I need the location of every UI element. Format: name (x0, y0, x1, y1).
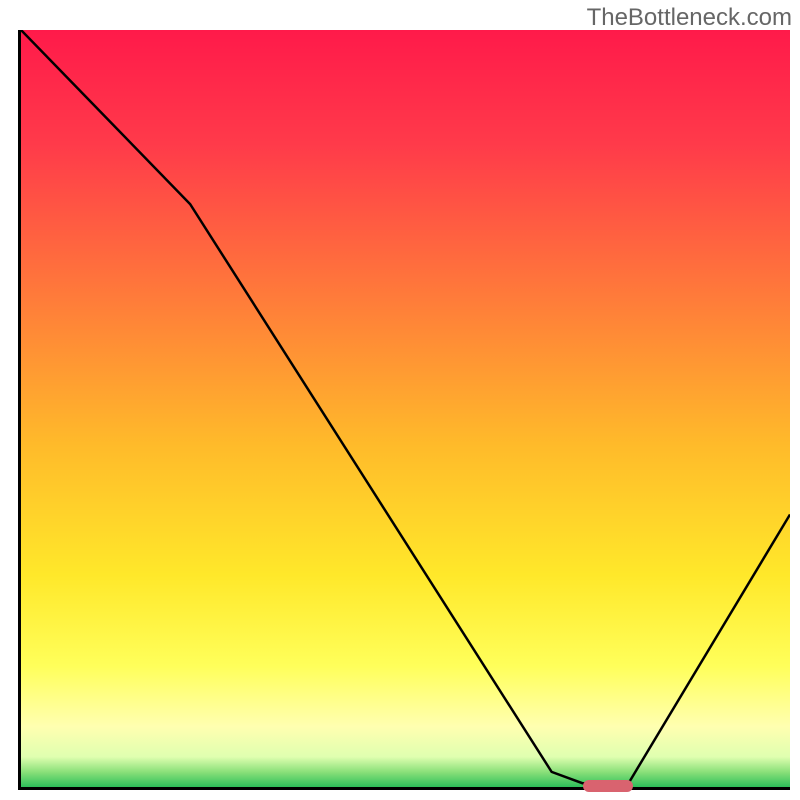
plot-area (18, 30, 790, 790)
optimal-range-marker (583, 780, 633, 792)
bottleneck-curve (21, 30, 790, 787)
watermark-text: TheBottleneck.com (587, 4, 792, 32)
bottleneck-chart: TheBottleneck.com (0, 0, 800, 800)
